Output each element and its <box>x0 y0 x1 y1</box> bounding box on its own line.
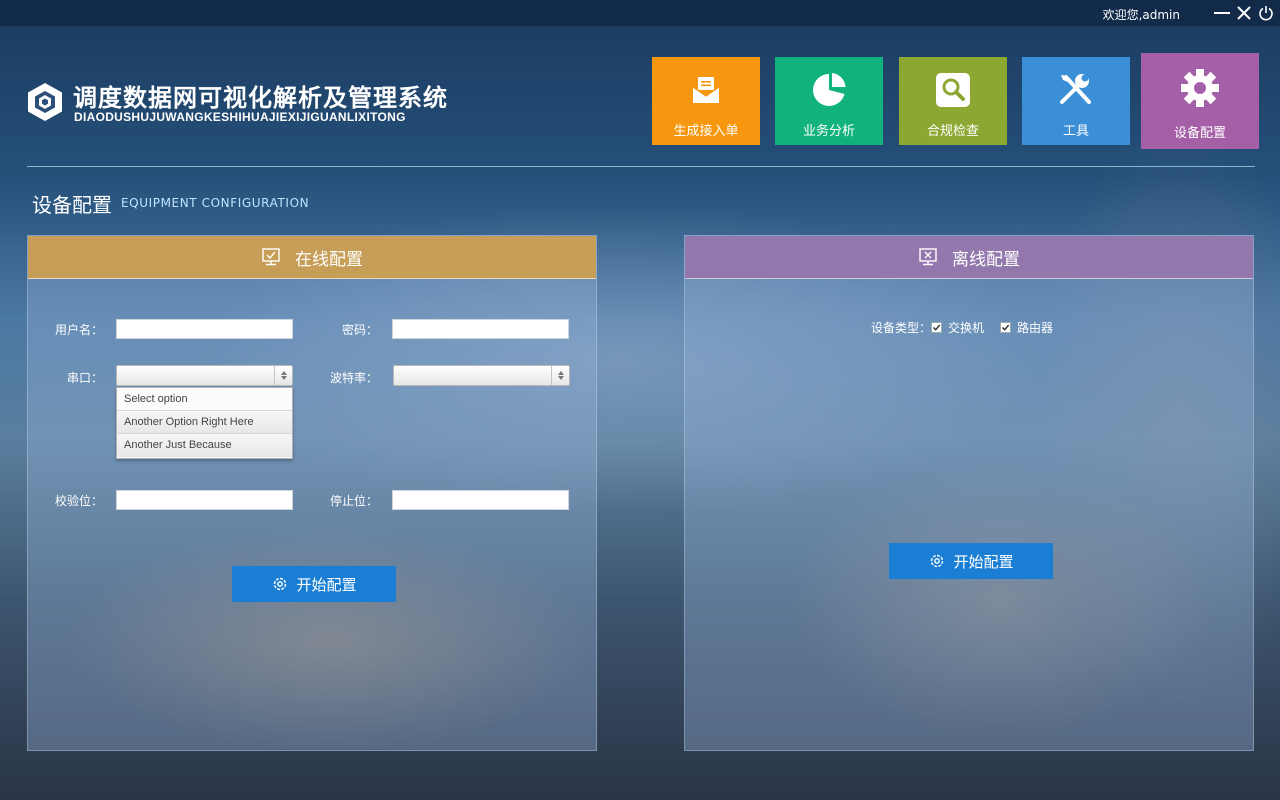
page-title: 设备配置 <box>32 193 112 217</box>
power-button[interactable] <box>1256 3 1276 23</box>
nav-tile-tools[interactable]: 工具 <box>1022 57 1130 145</box>
baud-rate-select[interactable] <box>393 365 570 386</box>
stop-bit-label: 停止位： <box>329 494 378 508</box>
nav-tile-access-form[interactable]: 生成接入单 <box>652 57 760 145</box>
welcome-text: 欢迎您,admin <box>1102 8 1180 22</box>
nav-tile-label: 业务分析 <box>802 124 855 139</box>
dropdown-option[interactable]: Another Option Right Here <box>117 411 292 434</box>
page-subtitle: EQUIPMENT CONFIGURATION <box>121 196 310 210</box>
offline-config-panel: 离线配置 设备类型： 交换机 路由器 开始配置 <box>684 235 1254 751</box>
baud-rate-label: 波特率： <box>329 371 378 385</box>
dropdown-option[interactable]: Select option <box>117 388 292 411</box>
username-input[interactable] <box>116 319 293 339</box>
switch-checkbox-label: 交换机 <box>948 321 985 335</box>
online-start-config-label: 开始配置 <box>296 575 357 594</box>
power-icon <box>1259 6 1273 21</box>
envelope-icon <box>686 70 726 110</box>
close-icon <box>1237 6 1251 20</box>
serial-port-dropdown: Select option Another Option Right Here … <box>116 387 293 459</box>
app-title: 调度数据网可视化解析及管理系统 <box>73 84 448 112</box>
router-checkbox[interactable] <box>1000 322 1012 333</box>
serial-port-select[interactable] <box>116 365 293 386</box>
serial-port-label: 串口： <box>66 371 103 385</box>
nav-tile-label: 合规检查 <box>926 124 979 139</box>
pie-chart-icon <box>809 70 849 110</box>
header-divider <box>27 166 1255 167</box>
tools-icon <box>1056 70 1096 110</box>
gear-icon <box>1180 68 1220 108</box>
gear-icon <box>928 552 946 570</box>
offline-config-header: 离线配置 <box>685 236 1253 279</box>
username-label: 用户名： <box>54 323 103 337</box>
close-button[interactable] <box>1234 3 1254 23</box>
parity-input[interactable] <box>116 490 293 510</box>
password-input[interactable] <box>392 319 569 339</box>
offline-start-config-label: 开始配置 <box>953 552 1014 571</box>
stop-bit-input[interactable] <box>392 490 569 510</box>
nav-tile-device-config[interactable]: 设备配置 <box>1141 53 1259 149</box>
device-type-row: 设备类型： 交换机 路由器 <box>871 319 1053 336</box>
dropdown-option[interactable]: Another Just Because <box>117 434 292 457</box>
online-config-panel: 在线配置 用户名： 密码： 串口： Select option Another … <box>27 235 597 751</box>
select-arrows-icon <box>274 366 292 385</box>
app-logo <box>27 82 63 122</box>
online-config-title: 在线配置 <box>295 249 363 270</box>
nav-tile-compliance-check[interactable]: 合规检查 <box>899 57 1007 145</box>
nav-tile-label: 工具 <box>1062 124 1089 139</box>
nav-tile-label: 生成接入单 <box>673 124 739 139</box>
switch-checkbox[interactable] <box>931 322 943 333</box>
parity-label: 校验位： <box>54 494 103 508</box>
offline-config-title: 离线配置 <box>952 249 1020 270</box>
gear-icon <box>271 575 289 593</box>
select-arrows-icon <box>551 366 569 385</box>
monitor-x-icon <box>918 247 938 267</box>
online-config-header: 在线配置 <box>28 236 596 279</box>
device-type-label: 设备类型： <box>871 321 932 335</box>
title-bar: 欢迎您,admin <box>0 0 1280 26</box>
minimize-icon <box>1214 12 1230 14</box>
search-icon <box>933 70 973 110</box>
app-subtitle: DIAODUSHUJUWANGKESHIHUAJIEXIJIGUANLIXITO… <box>74 110 406 124</box>
password-label: 密码： <box>341 323 378 337</box>
monitor-check-icon <box>261 247 281 267</box>
minimize-button[interactable] <box>1212 3 1232 23</box>
online-start-config-button[interactable]: 开始配置 <box>232 566 396 602</box>
nav-tile-label: 设备配置 <box>1173 126 1226 141</box>
router-checkbox-label: 路由器 <box>1017 321 1054 335</box>
offline-start-config-button[interactable]: 开始配置 <box>889 543 1053 579</box>
nav-tile-business-analysis[interactable]: 业务分析 <box>775 57 883 145</box>
